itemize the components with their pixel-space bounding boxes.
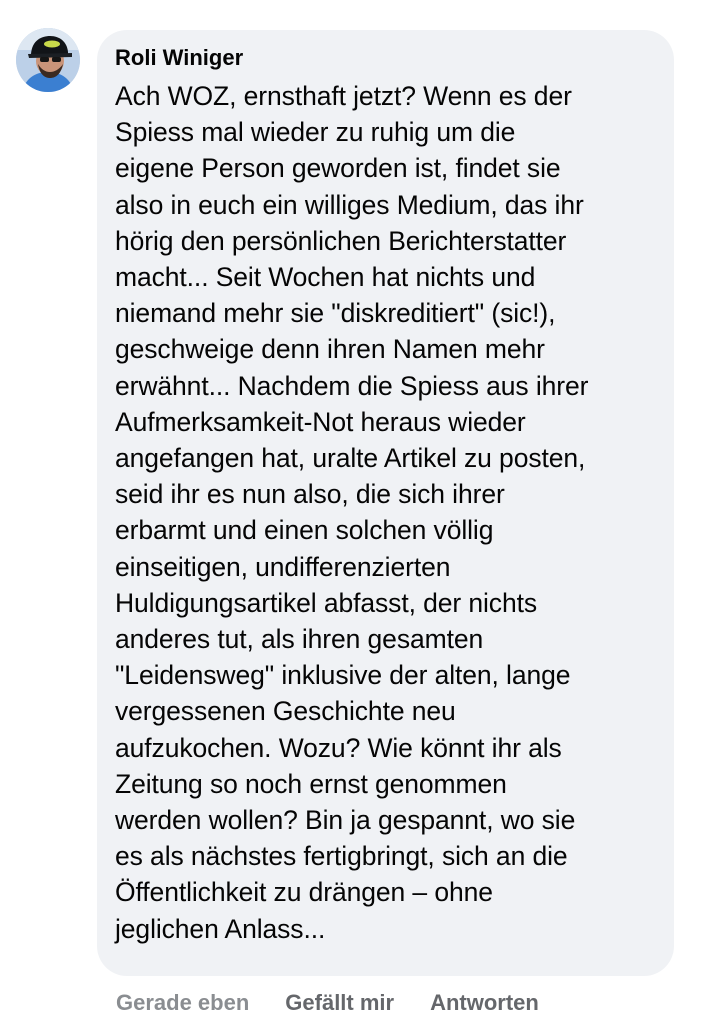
comment-timestamp[interactable]: Gerade eben <box>116 990 249 1016</box>
comment-actions: Gerade eben Gefällt mir Antworten <box>116 988 539 1018</box>
reply-button[interactable]: Antworten <box>430 990 539 1016</box>
comment-text: Ach WOZ, ernsthaft jetzt? Wenn es der Sp… <box>115 81 589 944</box>
avatar-image <box>16 28 80 92</box>
comment-bubble: Roli Winiger Ach WOZ, ernsthaft jetzt? W… <box>97 30 674 976</box>
comment-author-name[interactable]: Roli Winiger <box>115 44 656 72</box>
like-button[interactable]: Gefällt mir <box>285 990 394 1016</box>
author-avatar[interactable] <box>16 28 80 92</box>
